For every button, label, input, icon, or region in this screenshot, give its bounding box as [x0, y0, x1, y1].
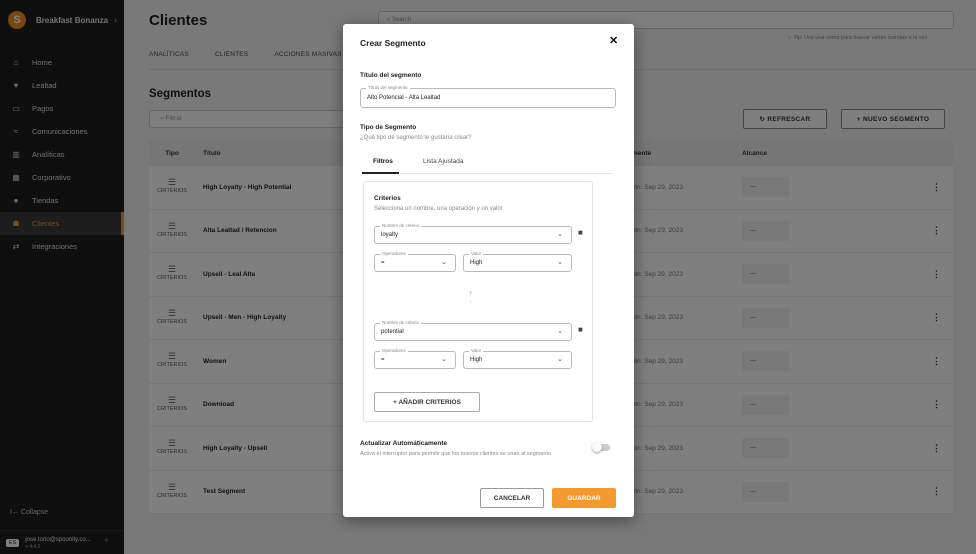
operator-label: Operadores: [380, 251, 408, 256]
criteria-name-value: potential: [381, 329, 404, 335]
criteria-panel: Criterios Selecciona un nombre, una oper…: [363, 181, 593, 422]
segment-type-label: Tipo de Segmento: [360, 124, 417, 131]
criteria-name-label: Nombre de criterio: [380, 320, 422, 325]
value-select[interactable]: Valor High ⌄: [463, 251, 572, 272]
value-label: Valor: [469, 251, 484, 256]
dialog-title: Crear Segmento: [360, 38, 426, 48]
close-icon[interactable]: ✕: [609, 34, 618, 47]
criteria-name-select[interactable]: Nombre de criterio potential ⌄: [374, 320, 572, 341]
criteria-name-label: Nombre de criterio: [380, 223, 422, 228]
cancel-button[interactable]: CANCELAR: [480, 488, 544, 508]
criteria-subtitle: Selecciona un nombre, una operación y un…: [374, 206, 503, 212]
criteria-title: Criterios: [374, 195, 401, 202]
value-select[interactable]: Valor High ⌄: [463, 348, 572, 369]
chevron-down-icon: ⌄: [557, 231, 563, 238]
tab-filtros[interactable]: Filtros: [373, 158, 393, 165]
value-value: High: [470, 357, 483, 363]
chevron-down-icon: ⌄: [557, 259, 563, 266]
auto-update-description: Activa el interruptor para permitir que …: [360, 451, 552, 457]
segment-title-value: Alto Potencial - Alta Lealtad: [367, 95, 441, 101]
criteria-name-select[interactable]: Nombre de criterio loyalty ⌄: [374, 223, 572, 244]
save-button[interactable]: GUARDAR: [552, 488, 616, 508]
add-criteria-button[interactable]: + AÑADIR CRITERIOS: [374, 392, 480, 412]
connector-and: Y: [469, 291, 473, 297]
value-label: Valor: [469, 348, 484, 353]
trash-icon[interactable]: ■: [578, 325, 583, 334]
operator-select[interactable]: Operadores = ⌄: [374, 348, 456, 369]
chevron-down-icon: ⌄: [441, 356, 447, 363]
chevron-down-icon: ⌄: [441, 259, 447, 266]
criteria-connector: Y ↓: [469, 290, 472, 306]
segment-title-label: Título del segmento: [360, 72, 422, 79]
active-tab-indicator: [362, 172, 399, 174]
auto-update-toggle[interactable]: [592, 442, 610, 452]
segment-type-question: ¿Qué tipo de segmento te gustaría crear?: [360, 135, 472, 141]
operator-value: =: [381, 260, 385, 266]
arrow-down-icon: ↓: [469, 299, 472, 305]
value-value: High: [470, 260, 483, 266]
segment-type-tabs: Filtros Lista Ajustada: [362, 152, 613, 174]
segment-title-input[interactable]: Título del segmento Alto Potencial - Alt…: [360, 85, 616, 108]
chevron-down-icon: ⌄: [557, 328, 563, 335]
trash-icon[interactable]: ■: [578, 228, 583, 237]
auto-update-label: Actualizar Automáticamente: [360, 440, 448, 447]
segment-title-field-label: Título del segmento: [366, 85, 410, 90]
tab-lista-ajustada[interactable]: Lista Ajustada: [423, 158, 463, 165]
operator-select[interactable]: Operadores = ⌄: [374, 251, 456, 272]
criteria-name-value: loyalty: [381, 232, 399, 238]
operator-label: Operadores: [380, 348, 408, 353]
create-segment-dialog: Crear Segmento ✕ Título del segmento Tít…: [343, 24, 634, 517]
operator-value: =: [381, 357, 385, 363]
chevron-down-icon: ⌄: [557, 356, 563, 363]
toggle-knob: [592, 442, 602, 452]
